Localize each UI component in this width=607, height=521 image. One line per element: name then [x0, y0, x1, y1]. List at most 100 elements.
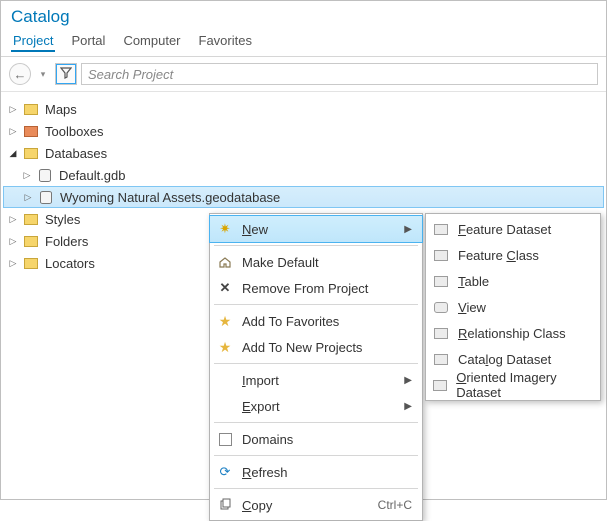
catalog-dataset-icon	[432, 354, 450, 365]
toolboxes-icon	[23, 123, 39, 139]
expand-icon: ▷	[21, 169, 33, 181]
back-arrow-icon: ←	[14, 67, 27, 82]
menu-remove-from-project[interactable]: ✕ Remove From Project	[210, 275, 422, 301]
expand-icon: ▷	[7, 103, 19, 115]
feature-class-icon	[432, 250, 450, 261]
geodatabase-icon	[38, 189, 54, 205]
menu-shortcut: Ctrl+C	[378, 498, 412, 512]
menu-separator	[214, 245, 418, 246]
menu-label: Relationship Class	[458, 326, 566, 341]
menu-separator	[214, 455, 418, 456]
menu-view[interactable]: View	[426, 294, 600, 320]
tree-item-maps[interactable]: ▷ Maps	[3, 98, 604, 120]
tab-portal[interactable]: Portal	[69, 31, 107, 52]
tree-label: Locators	[45, 256, 95, 271]
menu-copy[interactable]: Copy Ctrl+C	[210, 492, 422, 518]
copy-icon	[216, 498, 234, 512]
tree-item-databases[interactable]: ◢ Databases	[3, 142, 604, 164]
expand-icon: ▷	[22, 191, 34, 203]
menu-separator	[214, 422, 418, 423]
menu-label: Import	[242, 373, 279, 388]
feature-dataset-icon	[432, 224, 450, 235]
tab-bar: Project Portal Computer Favorites	[1, 31, 606, 57]
chevron-down-icon: ▾	[41, 69, 46, 80]
menu-label: Refresh	[242, 465, 288, 480]
submenu-arrow-icon: ▶	[404, 401, 412, 412]
tree-label: Toolboxes	[45, 124, 104, 139]
submenu-new: Feature Dataset Feature Class Table View…	[425, 213, 601, 401]
expand-icon: ▷	[7, 235, 19, 247]
submenu-arrow-icon: ▶	[404, 224, 412, 235]
menu-make-default[interactable]: Make Default	[210, 249, 422, 275]
tree-label: Maps	[45, 102, 77, 117]
menu-import[interactable]: Import ▶	[210, 367, 422, 393]
styles-icon	[23, 211, 39, 227]
tab-computer[interactable]: Computer	[121, 31, 182, 52]
home-icon	[216, 255, 234, 269]
table-icon	[432, 276, 450, 287]
menu-label: Add To New Projects	[242, 340, 362, 355]
tree-item-wyoming-gdb[interactable]: ▷ Wyoming Natural Assets.geodatabase	[3, 186, 604, 208]
toolbar: ← ▾ Search Project	[1, 57, 606, 92]
menu-refresh[interactable]: ⟳ Refresh	[210, 459, 422, 485]
oriented-imagery-icon	[432, 380, 448, 391]
menu-new[interactable]: ✷ New ▶	[210, 216, 422, 242]
menu-add-to-favorites[interactable]: ★ Add To Favorites	[210, 308, 422, 334]
tab-favorites[interactable]: Favorites	[197, 31, 254, 52]
menu-label: New	[242, 222, 268, 237]
context-menu: ✷ New ▶ Make Default ✕ Remove From Proje…	[209, 213, 423, 521]
expand-icon: ▷	[7, 257, 19, 269]
remove-icon: ✕	[216, 280, 234, 296]
tree-item-default-gdb[interactable]: ▷ Default.gdb	[3, 164, 604, 186]
back-button[interactable]: ←	[9, 63, 31, 85]
relationship-class-icon	[432, 328, 450, 339]
tree-label: Wyoming Natural Assets.geodatabase	[60, 190, 280, 205]
tree-label: Folders	[45, 234, 88, 249]
menu-feature-dataset[interactable]: Feature Dataset	[426, 216, 600, 242]
tree-label: Databases	[45, 146, 107, 161]
menu-label: Catalog Dataset	[458, 352, 551, 367]
folders-icon	[23, 233, 39, 249]
menu-label: Export	[242, 399, 280, 414]
menu-add-to-new-projects[interactable]: ★ Add To New Projects	[210, 334, 422, 360]
new-icon: ✷	[216, 221, 234, 237]
tree-label: Styles	[45, 212, 80, 227]
locators-icon	[23, 255, 39, 271]
menu-oriented-imagery-dataset[interactable]: Oriented Imagery Dataset	[426, 372, 600, 398]
catalog-panel: Catalog Project Portal Computer Favorite…	[0, 0, 607, 500]
star-plus-icon: ★	[216, 339, 234, 356]
menu-feature-class[interactable]: Feature Class	[426, 242, 600, 268]
collapse-icon: ◢	[7, 147, 19, 159]
menu-export[interactable]: Export ▶	[210, 393, 422, 419]
menu-label: Feature Dataset	[458, 222, 551, 237]
menu-label: Make Default	[242, 255, 319, 270]
tree-label: Default.gdb	[59, 168, 126, 183]
tree-item-toolboxes[interactable]: ▷ Toolboxes	[3, 120, 604, 142]
menu-separator	[214, 304, 418, 305]
menu-table[interactable]: Table	[426, 268, 600, 294]
menu-label: Feature Class	[458, 248, 539, 263]
menu-label: Table	[458, 274, 489, 289]
filter-button[interactable]	[55, 63, 77, 85]
menu-label: Oriented Imagery Dataset	[456, 370, 590, 400]
menu-catalog-dataset[interactable]: Catalog Dataset	[426, 346, 600, 372]
panel-title: Catalog	[1, 1, 606, 31]
refresh-icon: ⟳	[216, 464, 234, 480]
menu-label: Remove From Project	[242, 281, 368, 296]
filter-icon	[60, 67, 72, 82]
expand-icon: ▷	[7, 213, 19, 225]
tab-project[interactable]: Project	[11, 31, 55, 52]
search-input[interactable]: Search Project	[81, 63, 598, 85]
menu-label: Add To Favorites	[242, 314, 339, 329]
menu-separator	[214, 363, 418, 364]
expand-icon: ▷	[7, 125, 19, 137]
menu-label: Domains	[242, 432, 293, 447]
menu-domains[interactable]: Domains	[210, 426, 422, 452]
menu-relationship-class[interactable]: Relationship Class	[426, 320, 600, 346]
star-icon: ★	[216, 313, 234, 330]
geodatabase-icon	[37, 167, 53, 183]
submenu-arrow-icon: ▶	[404, 375, 412, 386]
menu-separator	[214, 488, 418, 489]
dropdown-caret[interactable]: ▾	[35, 63, 51, 85]
search-placeholder: Search Project	[88, 67, 173, 82]
